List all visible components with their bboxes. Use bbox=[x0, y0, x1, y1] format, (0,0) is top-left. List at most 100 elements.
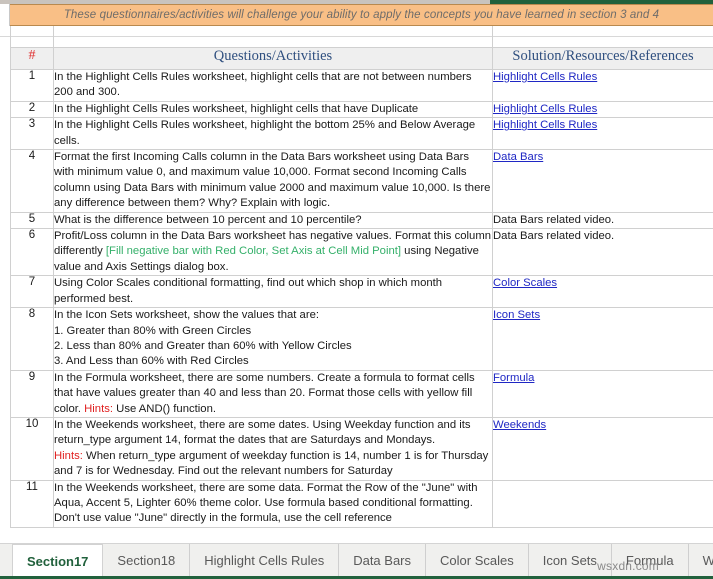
hint-label: Hints: bbox=[84, 403, 113, 415]
solution-cell[interactable]: Data Bars bbox=[493, 150, 713, 213]
solution-link[interactable]: Data Bars bbox=[493, 151, 543, 163]
solution-link[interactable]: Highlight Cells Rules bbox=[493, 71, 597, 83]
question-cell[interactable]: In the Weekends worksheet, there are som… bbox=[54, 417, 493, 480]
solution-link[interactable]: Color Scales bbox=[493, 277, 557, 289]
solution-cell[interactable]: Data Bars related video. bbox=[493, 212, 713, 228]
row-number: 4 bbox=[11, 150, 54, 213]
question-cell[interactable]: In the Icon Sets worksheet, show the val… bbox=[54, 308, 493, 371]
solution-cell[interactable]: Color Scales bbox=[493, 276, 713, 308]
table-row: 4Format the first Incoming Calls column … bbox=[11, 150, 713, 213]
solution-cell[interactable]: Data Bars related video. bbox=[493, 229, 713, 276]
question-cell[interactable]: What is the difference between 10 percen… bbox=[54, 212, 493, 228]
sheet-tab-highlight-cells-rules[interactable]: Highlight Cells Rules bbox=[190, 544, 339, 577]
sheet-tab-label: Data Bars bbox=[353, 553, 411, 568]
question-text: In the Weekends worksheet, there are som… bbox=[54, 419, 471, 446]
row-number: 2 bbox=[11, 101, 54, 117]
question-cell[interactable]: In the Highlight Cells Rules worksheet, … bbox=[54, 70, 493, 102]
row-number: 1 bbox=[11, 70, 54, 102]
sheet-tab-label: Section18 bbox=[117, 553, 175, 568]
sheet-tab-label: Icon Sets bbox=[543, 553, 597, 568]
row-number: 7 bbox=[11, 276, 54, 308]
table-row: 5What is the difference between 10 perce… bbox=[11, 212, 713, 228]
sheet-tab-label: We bbox=[703, 553, 713, 568]
row-number: 5 bbox=[11, 212, 54, 228]
question-text: Use AND() function. bbox=[113, 403, 216, 415]
sheet-tab-label: Formula bbox=[626, 553, 674, 568]
question-text: What is the difference between 10 percen… bbox=[54, 214, 362, 226]
table-row: 2In the Highlight Cells Rules worksheet,… bbox=[11, 101, 713, 117]
solution-link[interactable]: Icon Sets bbox=[493, 309, 540, 321]
question-text: In the Highlight Cells Rules worksheet, … bbox=[54, 103, 418, 115]
inline-note: [Fill negative bar with Red Color, Set A… bbox=[106, 245, 401, 257]
sheet-tab-we[interactable]: We bbox=[689, 544, 713, 577]
row-number: 10 bbox=[11, 417, 54, 480]
sheet-tab-section18[interactable]: Section18 bbox=[103, 544, 190, 577]
sheet-tabs: Section17 Section18 Highlight Cells Rules D… bbox=[12, 544, 713, 577]
solution-link[interactable]: Formula bbox=[493, 372, 534, 384]
solution-text: Data Bars related video. bbox=[493, 214, 614, 226]
row-number: 6 bbox=[11, 229, 54, 276]
sheet-tab-color-scales[interactable]: Color Scales bbox=[426, 544, 529, 577]
banner-row-gutter bbox=[0, 4, 10, 26]
question-text: In the Weekends worksheet, there are som… bbox=[54, 482, 478, 525]
question-cell[interactable]: Format the first Incoming Calls column i… bbox=[54, 150, 493, 213]
sheet-tab-label: Highlight Cells Rules bbox=[204, 553, 324, 568]
grid-vline-b bbox=[53, 26, 54, 47]
solution-cell[interactable]: Highlight Cells Rules bbox=[493, 118, 713, 150]
solution-text: Data Bars related video. bbox=[493, 230, 614, 242]
table-row: 9In the Formula worksheet, there are som… bbox=[11, 370, 713, 417]
solution-cell[interactable]: Weekends bbox=[493, 417, 713, 480]
grid-vline-c bbox=[492, 26, 493, 47]
solution-cell[interactable]: Icon Sets bbox=[493, 308, 713, 371]
row-number: 3 bbox=[11, 118, 54, 150]
question-text: 2. Less than 80% and Greater than 60% wi… bbox=[54, 340, 352, 352]
sheet-tab-formula[interactable]: Formula bbox=[612, 544, 689, 577]
table-header-row: # Questions/Activities Solution/Resource… bbox=[11, 48, 713, 70]
blank-rows bbox=[0, 26, 713, 47]
banner-text: These questionnaires/activities will cha… bbox=[64, 9, 659, 21]
sheet-tab-label: Section17 bbox=[27, 554, 88, 569]
table-body: 1In the Highlight Cells Rules worksheet,… bbox=[11, 70, 713, 528]
banner-cell[interactable]: These questionnaires/activities will cha… bbox=[10, 4, 713, 26]
sheet-tab-data-bars[interactable]: Data Bars bbox=[339, 544, 426, 577]
sheet-tab-bar: Section17 Section18 Highlight Cells Rules D… bbox=[0, 543, 713, 579]
solution-cell[interactable] bbox=[493, 480, 713, 527]
question-cell[interactable]: In the Weekends worksheet, there are som… bbox=[54, 480, 493, 527]
header-questions: Questions/Activities bbox=[54, 48, 493, 70]
blank-row-1 bbox=[0, 26, 713, 37]
solution-cell[interactable]: Highlight Cells Rules bbox=[493, 101, 713, 117]
banner-row: These questionnaires/activities will cha… bbox=[0, 4, 713, 26]
row-number: 11 bbox=[11, 480, 54, 527]
question-cell[interactable]: Profit/Loss column in the Data Bars work… bbox=[54, 229, 493, 276]
header-solution: Solution/Resources/References bbox=[493, 48, 713, 70]
table-row: 11In the Weekends worksheet, there are s… bbox=[11, 480, 713, 527]
question-text: 3. And Less than 60% with Red Circles bbox=[54, 355, 249, 367]
question-text: In the Highlight Cells Rules worksheet, … bbox=[54, 71, 472, 98]
table-row: 3In the Highlight Cells Rules worksheet,… bbox=[11, 118, 713, 150]
question-cell[interactable]: In the Highlight Cells Rules worksheet, … bbox=[54, 118, 493, 150]
sheet-tab-icon-sets[interactable]: Icon Sets bbox=[529, 544, 612, 577]
spreadsheet-window: These questionnaires/activities will cha… bbox=[0, 0, 713, 579]
sheet-tab-section17[interactable]: Section17 bbox=[12, 544, 103, 577]
solution-link[interactable]: Weekends bbox=[493, 419, 546, 431]
question-cell[interactable]: Using Color Scales conditional formattin… bbox=[54, 276, 493, 308]
row-number: 8 bbox=[11, 308, 54, 371]
row-number: 9 bbox=[11, 370, 54, 417]
table-row: 6Profit/Loss column in the Data Bars wor… bbox=[11, 229, 713, 276]
solution-link[interactable]: Highlight Cells Rules bbox=[493, 103, 597, 115]
question-text: Using Color Scales conditional formattin… bbox=[54, 277, 442, 304]
question-text: 1. Greater than 80% with Green Circles bbox=[54, 325, 251, 337]
table-row: 8In the Icon Sets worksheet, show the va… bbox=[11, 308, 713, 371]
solution-cell[interactable]: Formula bbox=[493, 370, 713, 417]
question-text: In the Highlight Cells Rules worksheet, … bbox=[54, 119, 475, 146]
hint-label: Hints: bbox=[54, 450, 83, 462]
header-number: # bbox=[11, 48, 54, 70]
questions-table: # Questions/Activities Solution/Resource… bbox=[10, 47, 713, 528]
solution-cell[interactable]: Highlight Cells Rules bbox=[493, 70, 713, 102]
question-cell[interactable]: In the Highlight Cells Rules worksheet, … bbox=[54, 101, 493, 117]
question-cell[interactable]: In the Formula worksheet, there are some… bbox=[54, 370, 493, 417]
grid-vline-a bbox=[10, 26, 11, 47]
solution-link[interactable]: Highlight Cells Rules bbox=[493, 119, 597, 131]
table-row: 1In the Highlight Cells Rules worksheet,… bbox=[11, 70, 713, 102]
table-row: 10In the Weekends worksheet, there are s… bbox=[11, 417, 713, 480]
